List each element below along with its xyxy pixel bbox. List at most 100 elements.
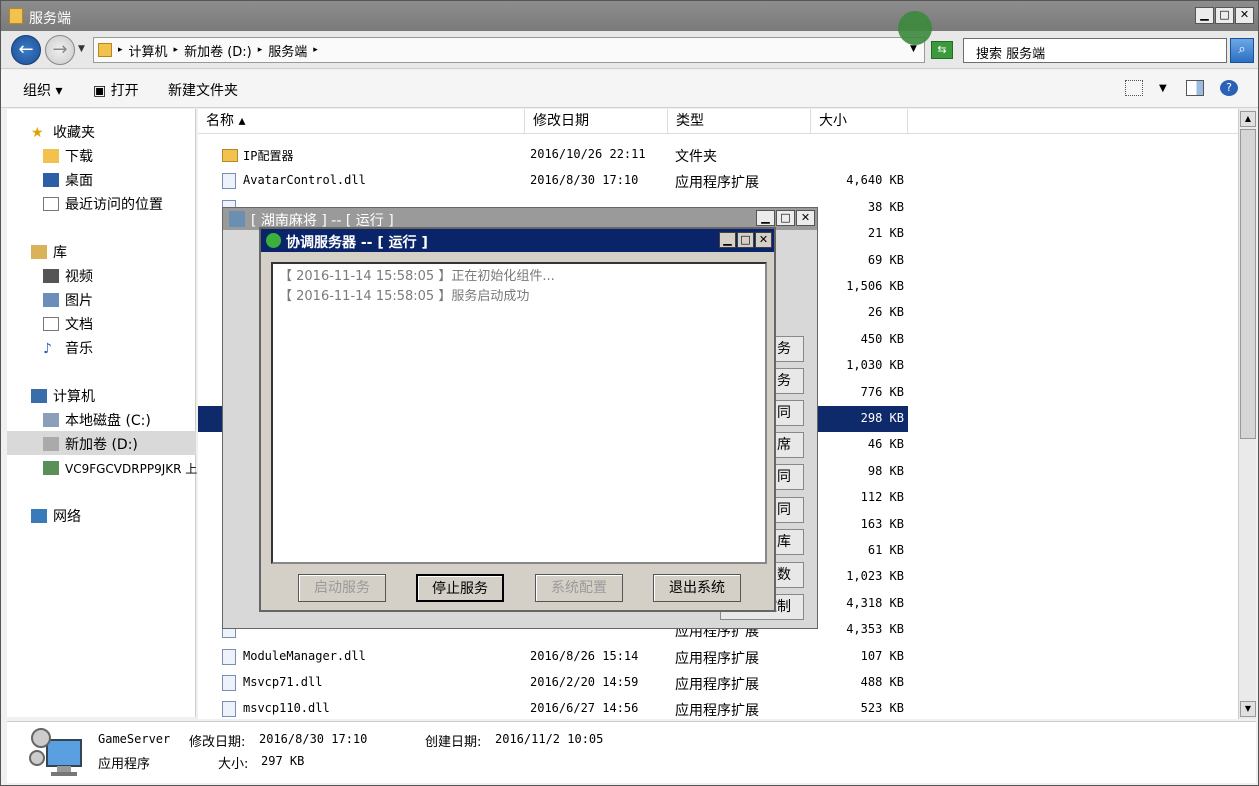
vertical-scrollbar[interactable]: ▲ ▼ <box>1238 109 1256 719</box>
detail-name: GameServer <box>98 732 171 746</box>
nav-new-volume[interactable]: 新加卷 (D:) <box>43 433 138 455</box>
file-size: 38 KB <box>867 199 904 214</box>
desktop-icon <box>43 173 59 187</box>
maximize-button[interactable]: □ <box>1215 7 1234 24</box>
network-drive-icon <box>43 461 59 475</box>
new-folder-button[interactable]: 新建文件夹 <box>168 80 238 100</box>
column-name[interactable]: 名称 ▴ <box>198 109 525 134</box>
dialog-titlebar: 协调服务器 -- [ 运行 ] ▁ □ ✕ <box>261 229 774 252</box>
refresh-button[interactable]: ⇆ <box>931 41 953 59</box>
nav-libraries[interactable]: 库 <box>31 241 67 263</box>
stop-service-button[interactable]: 停止服务 <box>416 574 504 602</box>
file-size: 1,030 KB <box>846 358 904 373</box>
column-type[interactable]: 类型 <box>668 109 811 134</box>
search-input[interactable]: 搜索 服务端 <box>963 38 1227 63</box>
star-icon: ★ <box>31 125 44 141</box>
column-date[interactable]: 修改日期 <box>525 109 668 134</box>
file-date: 2016/8/26 15:14 <box>530 648 639 663</box>
file-row[interactable]: IP配置器 2016/10/26 22:11 文件夹 <box>198 142 908 168</box>
scroll-down-icon[interactable]: ▼ <box>1240 701 1256 717</box>
file-name: msvcp110.dll <box>243 701 330 716</box>
nav-downloads[interactable]: 下载 <box>43 145 93 167</box>
scroll-thumb[interactable] <box>1240 129 1256 439</box>
search-icon[interactable]: ⌕ <box>1230 38 1254 63</box>
nav-network[interactable]: 网络 <box>31 505 81 527</box>
close-button[interactable]: ✕ <box>755 232 772 248</box>
command-bar: 组织 ▾ ▣ 打开 新建文件夹 ▼ ? <box>1 70 1258 108</box>
nav-local-disk[interactable]: 本地磁盘 (C:) <box>43 409 151 431</box>
column-size[interactable]: 大小 <box>811 109 908 134</box>
file-size: 112 KB <box>860 490 904 505</box>
folder-icon <box>222 149 238 162</box>
open-button[interactable]: ▣ 打开 <box>93 80 139 100</box>
nav-favorites[interactable]: ★ 收藏夹 <box>31 121 95 143</box>
nav-desktop[interactable]: 桌面 <box>43 169 93 191</box>
breadcrumb-item[interactable]: 服务端 <box>268 41 307 60</box>
address-dropdown-icon[interactable]: ▼ <box>910 44 917 54</box>
nav-computer[interactable]: 计算机 <box>31 385 95 407</box>
scroll-up-icon[interactable]: ▲ <box>1240 111 1256 127</box>
system-config-button[interactable]: 系统配置 <box>535 574 623 602</box>
breadcrumb-item[interactable]: 新加卷 (D:) <box>184 41 252 60</box>
log-box[interactable]: 【 2016-11-14 15:58:05 】正在初始化组件... 【 2016… <box>271 262 767 564</box>
close-button[interactable]: ✕ <box>1235 7 1254 24</box>
window-title: 服务端 <box>29 11 71 27</box>
file-type: 应用程序扩展 <box>675 650 759 667</box>
back-button[interactable]: ← <box>11 35 41 65</box>
view-dropdown-icon[interactable]: ▼ <box>1159 83 1167 94</box>
maximize-button[interactable]: □ <box>776 210 795 226</box>
breadcrumb-separator-icon[interactable]: ▸ <box>258 45 263 55</box>
file-size: 1,506 KB <box>846 279 904 293</box>
minimize-button[interactable]: ▁ <box>1195 7 1214 24</box>
picture-icon <box>43 293 59 307</box>
minimize-button[interactable]: ▁ <box>756 210 775 226</box>
maximize-button[interactable]: □ <box>737 232 754 248</box>
computer-icon <box>31 389 47 403</box>
nav-videos[interactable]: 视频 <box>43 265 93 287</box>
detail-create-date: 2016/11/2 10:05 <box>495 732 604 746</box>
file-row[interactable]: msvcp110.dll 2016/6/27 14:56 应用程序扩展 523 KB <box>198 696 908 722</box>
folder-icon <box>98 43 112 57</box>
nav-documents[interactable]: 文档 <box>43 313 93 335</box>
exit-system-button[interactable]: 退出系统 <box>653 574 741 602</box>
nav-pictures[interactable]: 图片 <box>43 289 93 311</box>
preview-pane-icon[interactable] <box>1186 80 1204 96</box>
dll-file-icon <box>222 173 236 190</box>
file-date: 2016/2/20 14:59 <box>530 675 639 689</box>
breadcrumb[interactable]: ▸ 计算机 ▸ 新加卷 (D:) ▸ 服务端 ▸ <box>93 37 925 63</box>
document-icon <box>43 317 59 331</box>
drive-icon <box>43 437 59 451</box>
coordinator-server-dialog[interactable]: 协调服务器 -- [ 运行 ] ▁ □ ✕ 【 2016-11-14 15:58… <box>259 227 776 612</box>
application-icon <box>29 728 82 776</box>
close-button[interactable]: ✕ <box>796 210 815 226</box>
file-type: 应用程序扩展 <box>675 703 759 720</box>
nav-music[interactable]: ♪ 音乐 <box>43 337 93 359</box>
detail-mod-date: 2016/8/30 17:10 <box>259 732 368 746</box>
history-dropdown-icon[interactable]: ▼ <box>78 44 85 54</box>
log-line: 【 2016-11-14 15:58:05 】服务启动成功 <box>279 289 530 304</box>
download-folder-icon <box>43 149 59 163</box>
nav-recent[interactable]: 最近访问的位置 <box>43 193 163 215</box>
breadcrumb-separator-icon[interactable]: ▸ <box>118 45 123 55</box>
breadcrumb-separator-icon[interactable]: ▸ <box>174 45 179 55</box>
file-size: 298 KB <box>860 411 904 425</box>
breadcrumb-item[interactable]: 计算机 <box>129 41 168 60</box>
file-size: 163 KB <box>860 516 904 531</box>
detail-size-label: 大小: <box>218 757 249 772</box>
minimize-button[interactable]: ▁ <box>719 232 736 248</box>
start-service-button[interactable]: 启动服务 <box>298 574 386 602</box>
breadcrumb-separator-icon[interactable]: ▸ <box>313 45 318 55</box>
folder-icon <box>9 8 23 24</box>
view-options-icon[interactable] <box>1125 80 1143 96</box>
title-bar: 服务端 ▁ □ ✕ <box>1 1 1258 31</box>
file-row[interactable]: AvatarControl.dll 2016/8/30 17:10 应用程序扩展 4,… <box>198 168 908 194</box>
file-size: 776 KB <box>860 384 904 399</box>
file-row[interactable]: Msvcp71.dll 2016/2/20 14:59 应用程序扩展 488 KB <box>198 670 908 696</box>
file-row[interactable]: ModuleManager.dll 2016/8/26 15:14 应用程序扩展 10… <box>198 644 908 670</box>
nav-network-drive[interactable]: VC9FGCVDRPP9JKR 上 <box>43 457 197 479</box>
help-icon[interactable]: ? <box>1220 80 1238 96</box>
file-size: 1,023 KB <box>846 569 904 584</box>
forward-button[interactable]: → <box>45 35 75 65</box>
file-size: 61 KB <box>867 543 904 557</box>
organize-button[interactable]: 组织 ▾ <box>23 80 62 100</box>
